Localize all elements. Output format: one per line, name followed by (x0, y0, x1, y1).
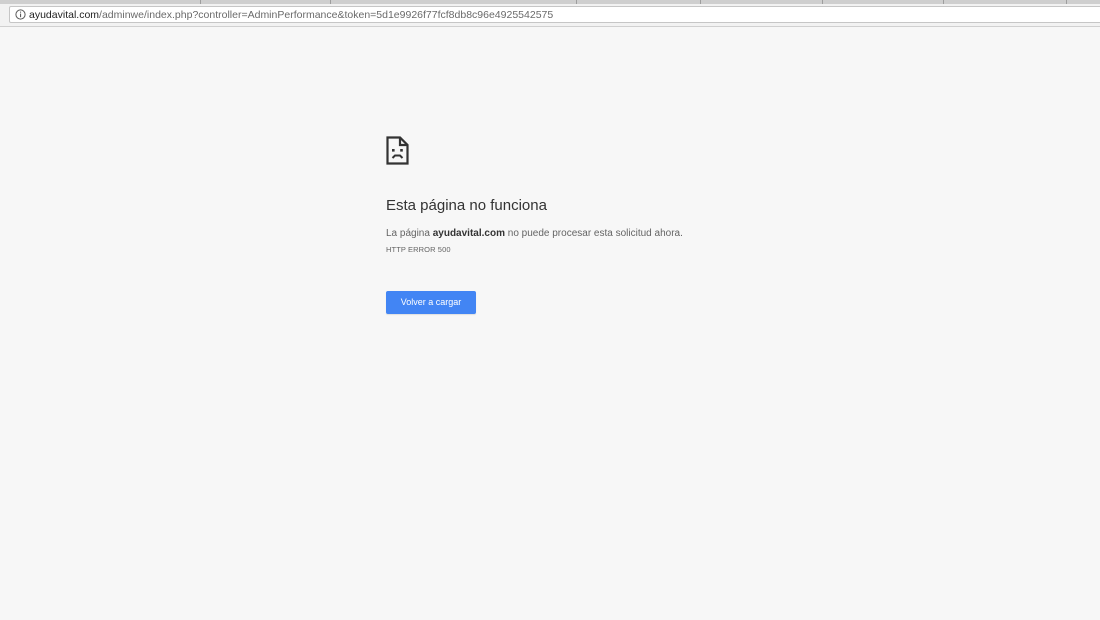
error-summary: La página ayudavital.com no puede proces… (386, 227, 683, 241)
address-bar[interactable]: ayudavital.com/adminwe/index.php?control… (9, 6, 1100, 23)
info-icon[interactable] (15, 9, 26, 20)
error-code: HTTP ERROR 500 (386, 245, 451, 254)
sad-page-icon (386, 136, 409, 165)
summary-prefix: La página (386, 228, 433, 239)
browser-toolbar: r ayudavital.com/adminwe/index.php?contr… (0, 4, 1100, 27)
summary-host: ayudavital.com (432, 228, 505, 239)
reload-button[interactable]: Volver a cargar (386, 291, 476, 314)
url-text[interactable]: ayudavital.com/adminwe/index.php?control… (29, 8, 553, 22)
error-heading: Esta página no funciona (386, 197, 547, 214)
url-host: ayudavital.com (29, 9, 100, 21)
summary-suffix: no puede procesar esta solicitud ahora. (504, 228, 683, 239)
url-path: /adminwe/index.php?controller=AdminPerfo… (99, 9, 554, 21)
